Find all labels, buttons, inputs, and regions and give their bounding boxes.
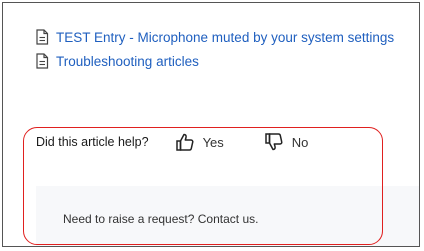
feedback-highlight-outline bbox=[23, 127, 383, 245]
article-link-label[interactable]: TEST Entry - Microphone muted by your sy… bbox=[56, 30, 394, 45]
content-frame: TEST Entry - Microphone muted by your sy… bbox=[2, 2, 420, 247]
article-link-label[interactable]: Troubleshooting articles bbox=[56, 54, 199, 69]
document-icon bbox=[35, 53, 49, 69]
document-icon bbox=[35, 29, 49, 45]
related-articles-list: TEST Entry - Microphone muted by your sy… bbox=[35, 25, 394, 73]
article-link-troubleshooting[interactable]: Troubleshooting articles bbox=[35, 49, 394, 73]
article-link-microphone-muted[interactable]: TEST Entry - Microphone muted by your sy… bbox=[35, 25, 394, 49]
